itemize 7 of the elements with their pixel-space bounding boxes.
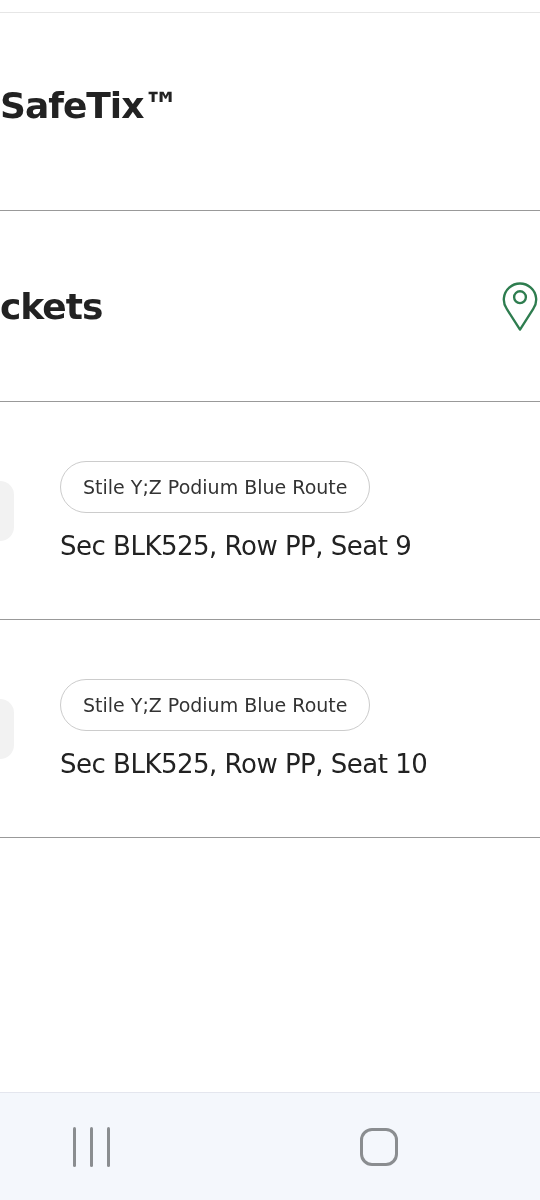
header-title: SafeTix™ xyxy=(0,85,179,126)
seat-label: Sec BLK525, Row PP, Seat 9 xyxy=(60,530,412,561)
recent-apps-icon[interactable] xyxy=(73,1126,111,1167)
section-title: ckets xyxy=(0,285,103,327)
home-icon[interactable] xyxy=(360,1127,398,1166)
location-pin-icon[interactable] xyxy=(502,281,538,331)
seat-label: Sec BLK525, Row PP, Seat 10 xyxy=(60,748,428,779)
